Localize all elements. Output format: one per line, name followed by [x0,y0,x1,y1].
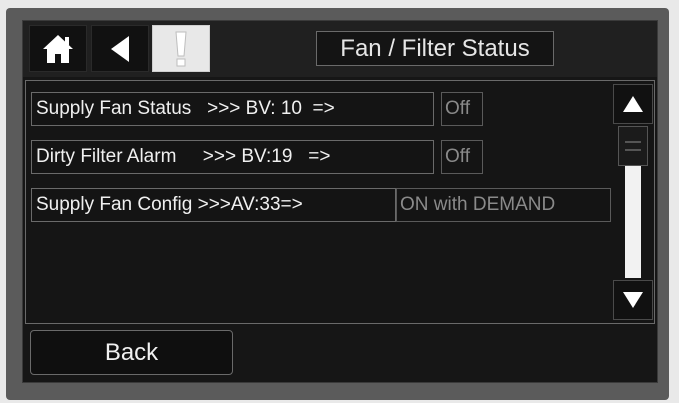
supply-fan-config-label: Supply Fan Config >>>AV:33=> [31,188,396,222]
touch-screen: Fan / Filter Status Supply Fan Status >>… [22,20,658,383]
dirty-filter-alarm-label: Dirty Filter Alarm >>> BV:19 => [31,140,434,174]
scrollbar-thumb[interactable] [618,126,648,166]
alert-button[interactable] [152,25,210,72]
home-icon [43,34,73,63]
supply-fan-status-label: Supply Fan Status >>> BV: 10 => [31,92,434,126]
scroll-up-button[interactable] [613,84,653,124]
dirty-filter-alarm-value[interactable]: Off [441,140,483,174]
supply-fan-status-value[interactable]: Off [441,92,483,126]
back-button[interactable]: Back [30,330,233,375]
header-bar: Fan / Filter Status [23,21,657,77]
back-nav-button[interactable] [91,25,149,72]
status-list: Supply Fan Status >>> BV: 10 => Off Dirt… [25,80,655,324]
scrollbar[interactable] [611,80,655,324]
alert-icon [175,31,187,66]
home-button[interactable] [29,25,87,72]
supply-fan-config-value[interactable]: ON with DEMAND [396,188,611,222]
scroll-down-icon [623,292,643,308]
scroll-down-button[interactable] [613,280,653,320]
scroll-up-icon [623,96,643,112]
back-arrow-icon [111,35,129,62]
page-title: Fan / Filter Status [316,31,554,66]
